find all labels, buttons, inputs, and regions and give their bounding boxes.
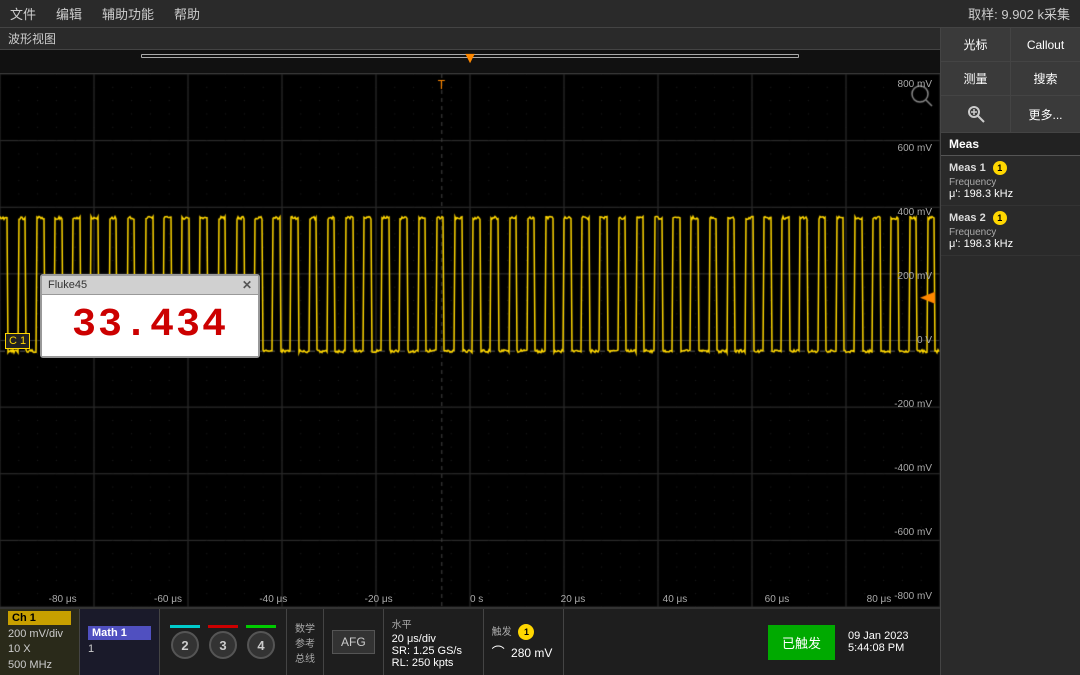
horizontal-section: 水平 20 μs/div SR: 1.25 GS/s RL: 250 kpts: [384, 609, 484, 675]
fluke45-value: 33.434: [72, 303, 228, 348]
trigger-nav-marker: ▼: [462, 50, 478, 68]
trigger-badge: 1: [518, 624, 534, 640]
ch4-btn[interactable]: 4: [247, 631, 275, 659]
math-label: 数学: [295, 620, 315, 635]
measure-btn[interactable]: 测量: [941, 62, 1011, 95]
horiz-label: 水平: [392, 616, 475, 631]
menu-edit[interactable]: 编辑: [56, 4, 82, 23]
waveform-canvas[interactable]: 800 mV 600 mV 400 mV 200 mV 0 V -200 mV …: [0, 74, 940, 607]
math1-section: Math 1 1: [80, 609, 160, 675]
ch1-probe: 10 X: [8, 642, 71, 657]
trigger-label: 触发 1: [492, 623, 555, 640]
time-label-n20: -20 μs: [365, 594, 393, 605]
time-labels: -80 μs -60 μs -40 μs -20 μs 0 s 20 μs 40…: [0, 594, 940, 605]
menu-file[interactable]: 文件: [10, 4, 36, 23]
meas2-value: μ': 198.3 kHz: [949, 238, 1072, 250]
waveform-area: 波形视图 ▼ 800 mV 600 mV 400 mV 200 mV 0 V -…: [0, 28, 940, 675]
ch2-btn[interactable]: 2: [171, 631, 199, 659]
horiz-rl: RL: 250 kpts: [392, 657, 475, 669]
c1-label: C 1: [5, 333, 30, 349]
ch3-btn[interactable]: 3: [209, 631, 237, 659]
fluke45-display: 33.434: [42, 295, 258, 356]
main-layout: 波形视图 ▼ 800 mV 600 mV 400 mV 200 mV 0 V -…: [0, 28, 1080, 675]
time-label-n60: -60 μs: [154, 594, 182, 605]
cursor-btn[interactable]: 光标: [941, 28, 1011, 61]
waveform-title: 波形视图: [8, 30, 56, 47]
nav-bar: ▼: [0, 50, 940, 74]
right-btn-row-1: 光标 Callout: [941, 28, 1080, 62]
channel-buttons: 2 3 4: [160, 609, 287, 675]
meas1-value: μ': 198.3 kHz: [949, 188, 1072, 200]
trigger-icon-value: ⌒ 280 mV: [492, 642, 555, 661]
math1-label: Math 1: [88, 626, 151, 640]
ch4-line: [246, 625, 276, 628]
datetime-section: 09 Jan 2023 5:44:08 PM: [840, 609, 940, 675]
horiz-sr: SR: 1.25 GS/s: [392, 645, 475, 657]
ch3-line: [208, 625, 238, 628]
meas-header: Meas: [941, 133, 1080, 156]
triggered-btn[interactable]: 已触发: [768, 625, 835, 660]
fluke45-titlebar: Fluke45 ✕: [42, 276, 258, 295]
meas1-ch-badge: 1: [993, 161, 1007, 175]
trigger-edge-icon: ⌒: [492, 645, 505, 660]
trigger-arrow-icon: ▼: [462, 50, 478, 68]
horiz-div: 20 μs/div: [392, 633, 475, 645]
zoom-icon: [966, 104, 986, 124]
ch2-indicator: 2: [170, 625, 200, 659]
sample-info: 取样: 9.902 k采集: [968, 4, 1070, 23]
menu-items: 文件 编辑 辅助功能 帮助: [10, 4, 200, 23]
search-btn[interactable]: 搜索: [1011, 62, 1080, 95]
right-btn-row-3: 更多...: [941, 96, 1080, 133]
time-label-0: 0 s: [470, 594, 483, 605]
zoom-icon-btn[interactable]: [941, 96, 1011, 132]
fluke45-title: Fluke45: [48, 279, 87, 291]
meas1-title: Meas 1 1: [949, 161, 1072, 175]
ch4-indicator: 4: [246, 625, 276, 659]
right-btn-row-2: 测量 搜索: [941, 62, 1080, 96]
ref-label: 参考: [295, 635, 315, 650]
meas1-block: Meas 1 1 Frequency μ': 198.3 kHz: [941, 156, 1080, 206]
meas2-block: Meas 2 1 Frequency μ': 198.3 kHz: [941, 206, 1080, 256]
ch3-indicator: 3: [208, 625, 238, 659]
ch1-section: Ch 1 200 mV/div 10 X 500 MHz: [0, 609, 80, 675]
math-ref-bus[interactable]: 数学 参考 总线: [287, 609, 324, 675]
meas2-title: Meas 2 1: [949, 211, 1072, 225]
afg-btn[interactable]: AFG: [332, 630, 375, 654]
time-label-n40: -40 μs: [259, 594, 287, 605]
bottom-bar: Ch 1 200 mV/div 10 X 500 MHz Math 1 1 2 …: [0, 607, 940, 675]
right-panel: 光标 Callout 测量 搜索 更多... Meas Meas 1: [940, 28, 1080, 675]
bus-label: 总线: [295, 650, 315, 665]
afg-section: AFG: [324, 609, 384, 675]
meas2-ch-badge: 1: [993, 211, 1007, 225]
time-label-80: 80 μs: [867, 594, 892, 605]
time-label-n80: -80 μs: [49, 594, 77, 605]
menu-assist[interactable]: 辅助功能: [102, 4, 154, 23]
fluke45-box[interactable]: Fluke45 ✕ 33.434: [40, 274, 260, 358]
trigger-section: 触发 1 ⌒ 280 mV: [484, 609, 564, 675]
ch1-label: Ch 1: [8, 611, 71, 625]
ch1-bw: 500 MHz: [8, 658, 71, 673]
time-label-60: 60 μs: [765, 594, 790, 605]
waveform-header: 波形视图: [0, 28, 940, 50]
time-label-20: 20 μs: [561, 594, 586, 605]
ch2-line: [170, 625, 200, 628]
ch1-div: 200 mV/div: [8, 627, 71, 642]
trigger-value: 280 mV: [511, 646, 552, 660]
fluke45-close-btn[interactable]: ✕: [242, 278, 252, 292]
menu-bar: 文件 编辑 辅助功能 帮助 取样: 9.902 k采集: [0, 0, 1080, 28]
meas2-type: Frequency: [949, 227, 1072, 238]
menu-help[interactable]: 帮助: [174, 4, 200, 23]
math1-value: 1: [88, 642, 151, 657]
more-btn[interactable]: 更多...: [1011, 96, 1080, 132]
time-value: 5:44:08 PM: [848, 642, 932, 654]
meas1-type: Frequency: [949, 177, 1072, 188]
callout-btn[interactable]: Callout: [1011, 28, 1080, 61]
date-value: 09 Jan 2023: [848, 630, 932, 642]
time-label-40: 40 μs: [663, 594, 688, 605]
